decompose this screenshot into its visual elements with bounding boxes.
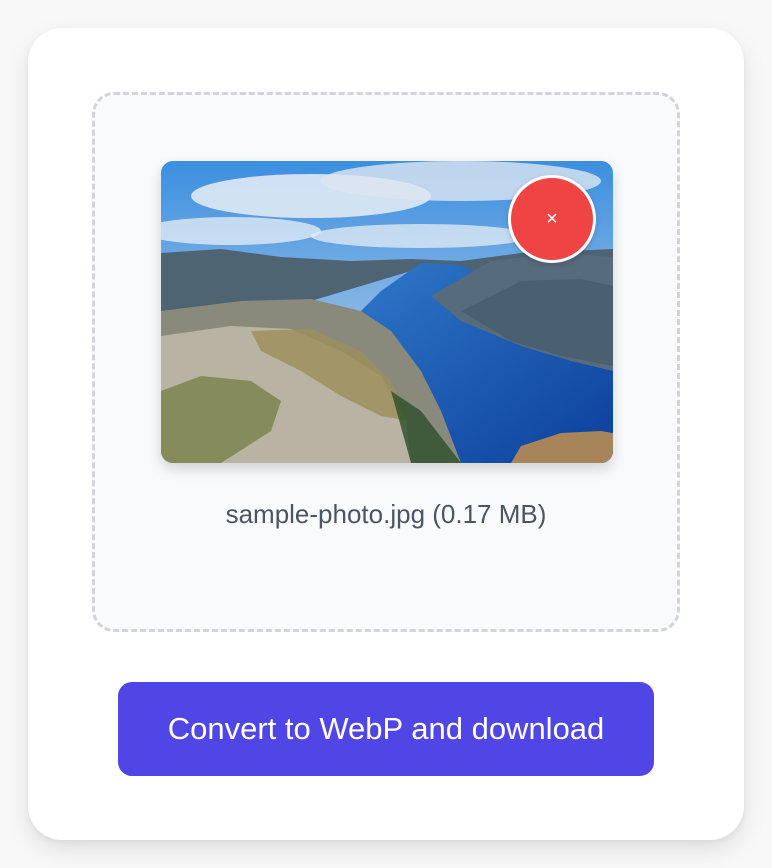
remove-image-button[interactable]: ×	[508, 175, 596, 263]
file-dropzone[interactable]: × sample-photo.jpg (0.17 MB)	[92, 92, 680, 632]
file-name-size: sample-photo.jpg (0.17 MB)	[225, 499, 547, 529]
close-icon: ×	[546, 208, 558, 230]
convert-to-webp-button[interactable]: Convert to WebP and download	[118, 682, 654, 776]
converter-card: × sample-photo.jpg (0.17 MB) Convert to …	[28, 28, 744, 840]
